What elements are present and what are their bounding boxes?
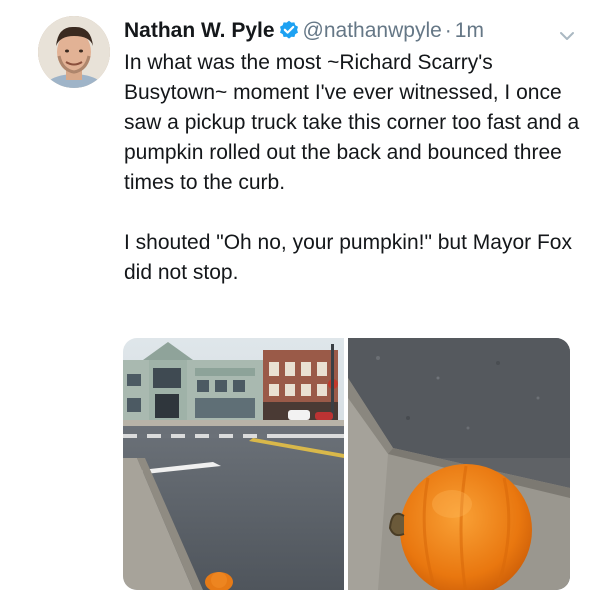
tweet-header: Nathan W. Pyle @nathanwpyle · 1m <box>124 14 580 48</box>
display-name[interactable]: Nathan W. Pyle <box>124 19 275 42</box>
separator-dot: · <box>444 19 452 42</box>
handle[interactable]: @nathanwpyle <box>303 19 442 42</box>
timestamp[interactable]: 1m <box>455 19 484 42</box>
tweet-text: In what was the most ~Richard Scarry's B… <box>124 51 580 284</box>
verified-badge-icon <box>279 17 299 51</box>
avatar[interactable] <box>38 16 110 88</box>
photo-pumpkin-curb[interactable] <box>348 338 570 590</box>
photo-street-corner[interactable] <box>123 338 344 590</box>
avatar-photo <box>38 16 110 88</box>
tweet: Nathan W. Pyle @nathanwpyle · 1m In what wa… <box>0 0 600 600</box>
media-grid <box>123 338 570 590</box>
